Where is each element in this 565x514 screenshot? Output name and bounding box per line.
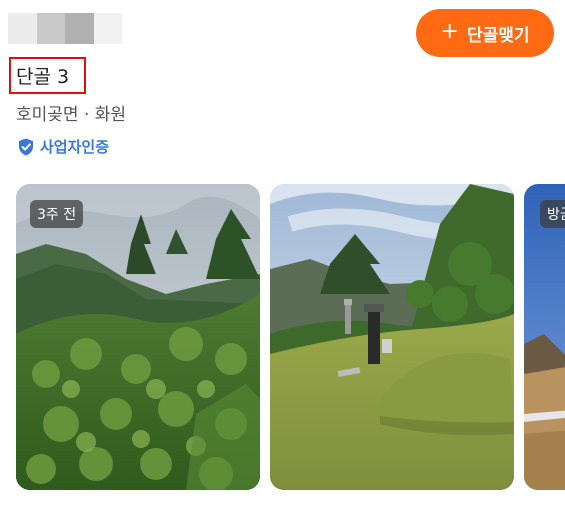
business-verified-badge[interactable]: 사업자인증 (16, 136, 109, 157)
verified-label: 사업자인증 (40, 138, 110, 156)
hillside-photo (16, 184, 260, 490)
sky-landscape-photo (524, 184, 565, 490)
plus-icon: + (440, 19, 459, 44)
blurred-profile-name (8, 13, 122, 44)
subscribe-button[interactable]: + 단골맺기 (416, 9, 554, 57)
page-title: 단골 3 (16, 66, 70, 88)
shield-check-icon (16, 137, 36, 157)
time-badge: 3주 전 (30, 200, 84, 228)
store-photo[interactable]: 3주 전 (16, 184, 260, 490)
store-photo[interactable] (270, 184, 514, 490)
time-badge: 방금 (540, 200, 565, 228)
store-photo[interactable]: 방금 (524, 184, 565, 490)
subscribe-label: 단골맺기 (466, 25, 530, 46)
grass-mound-photo (270, 184, 514, 490)
location-text: 호미곶면 · 화원 (16, 105, 127, 125)
